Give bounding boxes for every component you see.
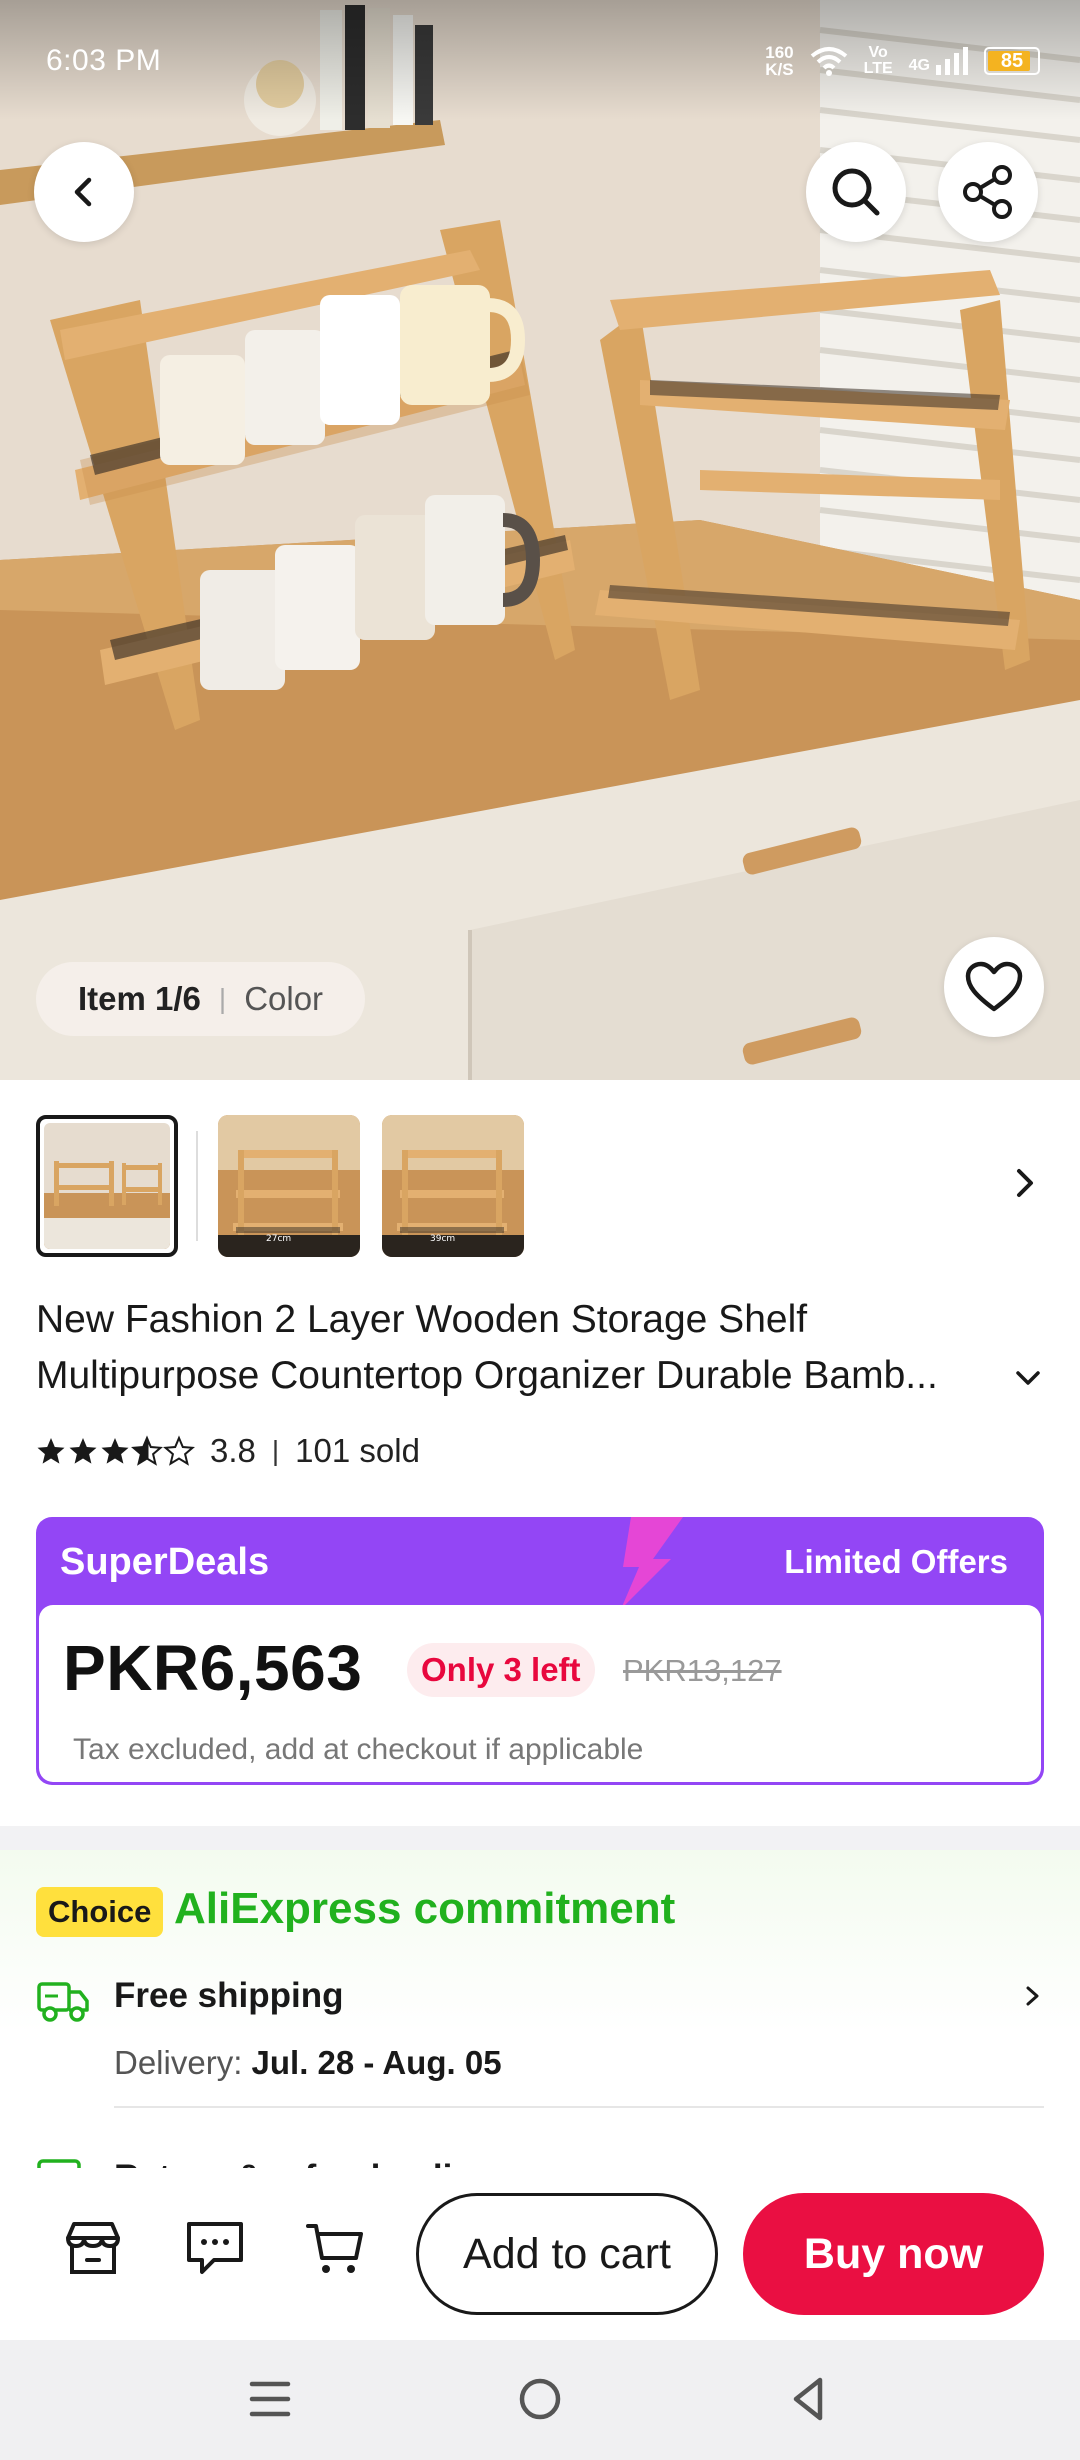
delivery-prefix: Delivery: [114, 2044, 243, 2081]
original-price: PKR13,127 [623, 1653, 782, 1688]
volte-bottom: LTE [863, 60, 893, 77]
speed-value: 160 [765, 43, 794, 62]
selected-attribute: Color [244, 980, 324, 1017]
lightning-icon [621, 1517, 683, 1609]
wishlist-button[interactable] [944, 937, 1044, 1037]
rating-stars [36, 1434, 196, 1468]
stock-badge: Only 3 left [407, 1643, 595, 1697]
buy-now-button[interactable]: Buy now [743, 2193, 1044, 2315]
commitment-title: AliExpress commitment [174, 1884, 676, 1933]
rating-divider: | [271, 1435, 280, 1466]
limited-offers-label: Limited Offers [784, 1543, 1008, 1580]
share-icon [963, 165, 1012, 219]
wifi-icon [810, 47, 847, 76]
heart-icon [965, 961, 1023, 1012]
thumbnail-3[interactable]: 39cm [382, 1115, 524, 1257]
commitment-section: Choice AliExpress commitment Free shippi… [0, 1850, 1080, 2180]
rating-value: 3.8 [210, 1432, 256, 1469]
store-icon [66, 2222, 120, 2274]
divider [114, 2106, 1044, 2108]
network-type: 4G [908, 57, 930, 74]
thumbnail-strip: 27cm 39cm [36, 1115, 1080, 1260]
network-speed: 160 K/S [765, 44, 793, 78]
expand-title-button[interactable] [1012, 1366, 1044, 1395]
thumbnail-dimension: 27cm [266, 1234, 291, 1244]
chevron-down-icon [1016, 1371, 1040, 1385]
shipping-details-button[interactable] [1020, 1980, 1044, 2017]
volte-top: Vo [868, 44, 888, 61]
battery-icon: 85 [984, 47, 1040, 75]
superdeals-card[interactable]: SuperDeals Limited Offers PKR6,563 Only … [36, 1517, 1044, 1785]
sold-count: 101 sold [295, 1432, 420, 1469]
superdeals-header: SuperDeals Limited Offers [36, 1517, 1044, 1609]
back-button[interactable] [34, 142, 134, 242]
thumbnail-divider [196, 1131, 198, 1241]
chevron-right-icon [1017, 1169, 1033, 1197]
status-time: 6:03 PM [46, 44, 162, 77]
section-divider [0, 1826, 1080, 1850]
delivery-estimate: Delivery: Jul. 28 - Aug. 05 [114, 2044, 502, 2082]
thumbnail-image: 27cm [218, 1115, 360, 1257]
home-button[interactable] [516, 2374, 564, 2429]
chevron-right-icon [1026, 1986, 1039, 2006]
rating-row[interactable]: 3.8 | 101 sold [36, 1432, 420, 1470]
search-button[interactable] [806, 142, 906, 242]
superdeals-title: SuperDeals [60, 1541, 270, 1583]
product-title[interactable]: New Fashion 2 Layer Wooden Storage Shelf… [36, 1292, 1036, 1404]
recents-button[interactable] [248, 2374, 292, 2429]
bottom-action-bar: Add to cart Buy now [0, 2168, 1080, 2340]
thumbnail-1[interactable] [36, 1115, 178, 1257]
message-button[interactable] [184, 2218, 246, 2283]
price-panel: PKR6,563 Only 3 left PKR13,127 Tax exclu… [39, 1605, 1041, 1782]
truck-icon [37, 1982, 89, 2022]
item-variant-pill[interactable]: Item 1/6 | Color [36, 962, 366, 1036]
choice-badge: Choice [36, 1887, 164, 1937]
menu-icon [249, 2381, 291, 2417]
status-bar: 6:03 PM 160 K/S Vo LTE 4G 85 [46, 44, 1040, 84]
thumbnail-next-button[interactable] [1010, 1163, 1040, 1208]
chat-icon [187, 2222, 243, 2274]
store-button[interactable] [62, 2218, 124, 2283]
back-nav-button[interactable] [786, 2374, 830, 2429]
thumbnail-dimension: 39cm [430, 1234, 455, 1244]
speed-unit: K/S [765, 60, 794, 79]
back-triangle-icon [793, 2377, 823, 2421]
signal-icon: 4G [909, 47, 968, 75]
home-circle-icon [519, 2378, 561, 2420]
tax-note: Tax excluded, add at checkout if applica… [73, 1733, 644, 1766]
back-icon [74, 177, 92, 207]
thumbnail-image [44, 1123, 170, 1249]
cart-icon [306, 2224, 363, 2273]
cart-button[interactable] [304, 2218, 366, 2283]
system-nav-bar [0, 2340, 1080, 2460]
star-rating-icon [37, 1437, 194, 1465]
free-shipping-label[interactable]: Free shipping [114, 1976, 343, 2016]
thumbnail-2[interactable]: 27cm [218, 1115, 360, 1257]
product-photo [0, 0, 1080, 1080]
add-to-cart-button[interactable]: Add to cart [416, 2193, 718, 2315]
product-image-gallery[interactable]: 6:03 PM 160 K/S Vo LTE 4G 85 Item 1/6 | … [0, 0, 1080, 1080]
pill-divider: | [218, 983, 227, 1014]
sale-price: PKR6,563 [63, 1632, 363, 1704]
delivery-dates: Jul. 28 - Aug. 05 [251, 2044, 502, 2081]
search-icon [832, 168, 880, 216]
item-counter: Item 1/6 [78, 980, 201, 1017]
battery-level: 85 [1000, 49, 1024, 72]
share-button[interactable] [938, 142, 1038, 242]
thumbnail-image: 39cm [382, 1115, 524, 1257]
volte-indicator: Vo LTE [864, 45, 893, 77]
